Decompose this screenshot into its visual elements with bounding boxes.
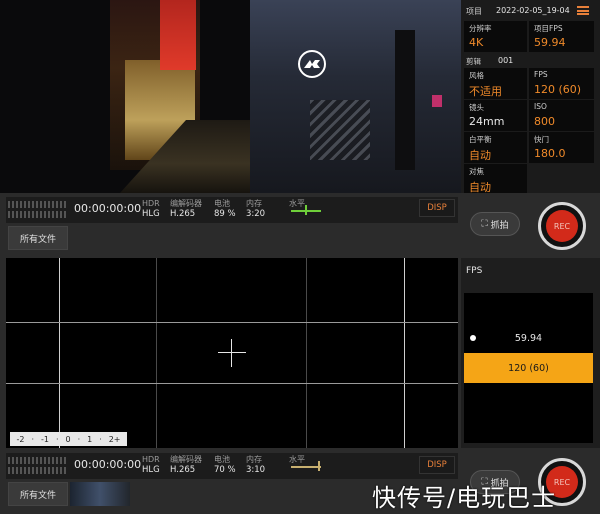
battery-status: 电池 89 %	[214, 199, 236, 219]
audio-meter	[8, 457, 68, 475]
scene-neon	[432, 95, 442, 107]
level-indicator	[291, 466, 321, 468]
snapshot-button[interactable]: ⛶ 抓拍	[470, 212, 520, 236]
codec-status: 编解码器 H.265	[170, 199, 202, 219]
setting-fps[interactable]: FPS 120 (60)	[529, 68, 594, 99]
setting-white-balance[interactable]: 白平衡 自动	[464, 132, 527, 163]
setting-value: 24mm	[469, 115, 505, 128]
grid-line	[156, 258, 157, 448]
storage-status: 内存 3:10	[246, 455, 266, 475]
level-label: 水平	[289, 199, 305, 208]
timecode: 00:00:00:00	[74, 202, 142, 215]
setting-value: 180.0	[534, 147, 566, 160]
app-root: 项目 2022-02-05_19-04 分辨率 4K 项目FPS 59.94 剪…	[0, 0, 600, 514]
level-tick	[318, 461, 320, 471]
camera-viewfinder[interactable]	[0, 0, 461, 193]
status-bar-top: 00:00:00:00 HDR HLG 编解码器 H.265 电池 89 % 内存 3:…	[6, 197, 458, 223]
grid-line	[6, 322, 458, 323]
audio-meter	[8, 201, 68, 219]
setting-label: 镜头	[469, 103, 484, 112]
setting-value: 不适用	[469, 85, 502, 98]
level-label: 水平	[289, 455, 305, 464]
all-files-button[interactable]: 所有文件	[8, 226, 68, 250]
fps-option-selected[interactable]: 120 (60)	[464, 353, 593, 383]
grid-line	[306, 258, 307, 448]
center-cross-icon	[218, 352, 246, 353]
fps-option[interactable]: 59.94	[464, 323, 593, 353]
setting-label: 快门	[534, 135, 549, 144]
setting-label: 项目FPS	[534, 24, 563, 33]
scene-red-sign	[160, 0, 196, 70]
setting-iso[interactable]: ISO 800	[529, 100, 594, 131]
fps-panel-title: FPS	[466, 266, 483, 276]
project-value[interactable]: 2022-02-05_19-04	[496, 6, 570, 15]
current-dot-icon	[470, 335, 476, 341]
setting-value: 800	[534, 115, 555, 128]
menu-icon[interactable]	[577, 6, 589, 15]
codec-status: 编解码器 H.265	[170, 455, 202, 475]
grid-line	[6, 383, 458, 384]
status-bar-bottom: 00:00:00:00 HDR HLG 编解码器 H.265 电池 70 % 内存 3:…	[6, 453, 458, 479]
setting-value: 120 (60)	[534, 83, 582, 96]
setting-label: FPS	[534, 70, 548, 79]
level-tick	[305, 205, 307, 215]
project-label: 项目	[466, 7, 482, 16]
setting-label: 对焦	[469, 167, 484, 176]
hdr-status: HDR HLG	[142, 199, 160, 219]
focus-logo-icon	[298, 50, 326, 78]
setting-style[interactable]: 风格 不适用	[464, 68, 527, 99]
storage-status: 内存 3:20	[246, 199, 266, 219]
disp-button[interactable]: DISP	[419, 199, 455, 217]
setting-resolution[interactable]: 分辨率 4K	[464, 21, 527, 52]
timecode: 00:00:00:00	[74, 458, 142, 471]
setting-label: ISO	[534, 102, 547, 111]
setting-focus[interactable]: 对焦 自动	[464, 164, 527, 194]
fps-option-list: 59.94 120 (60)	[464, 293, 593, 443]
center-cross-icon	[231, 339, 232, 367]
scene-stairs	[310, 100, 370, 160]
setting-label: 分辨率	[469, 24, 492, 33]
setting-label: 风格	[469, 71, 484, 80]
all-files-button[interactable]: 所有文件	[8, 482, 68, 506]
last-clip-thumbnail[interactable]	[70, 482, 130, 506]
setting-label: 白平衡	[469, 135, 492, 144]
record-label: REC	[546, 210, 578, 242]
setting-shutter[interactable]: 快门 180.0	[529, 132, 594, 163]
exposure-scale: -2 · -1 · 0 · 1 · 2+	[10, 432, 127, 446]
snapshot-icon: ⛶	[481, 219, 488, 229]
disp-button[interactable]: DISP	[419, 456, 455, 474]
record-button[interactable]: REC	[538, 202, 586, 250]
grid-line	[59, 258, 60, 448]
setting-value: 自动	[469, 181, 491, 194]
clip-label: 剪辑	[466, 57, 481, 66]
scene-pillar	[395, 30, 415, 170]
clip-value: 001	[498, 56, 514, 65]
grid-overlay-view[interactable]	[6, 258, 458, 448]
setting-value: 4K	[469, 36, 484, 49]
grid-line	[404, 258, 405, 448]
setting-project-fps[interactable]: 项目FPS 59.94	[529, 21, 594, 52]
hdr-status: HDR HLG	[142, 455, 160, 475]
setting-value: 59.94	[534, 36, 566, 49]
snapshot-label: 抓拍	[490, 220, 509, 231]
setting-lens[interactable]: 镜头 24mm	[464, 100, 527, 131]
setting-value: 自动	[469, 149, 491, 162]
watermark-text: 快传号/电玩巴士	[372, 484, 557, 512]
battery-status: 电池 70 %	[214, 455, 236, 475]
scene-building-right	[250, 0, 461, 193]
